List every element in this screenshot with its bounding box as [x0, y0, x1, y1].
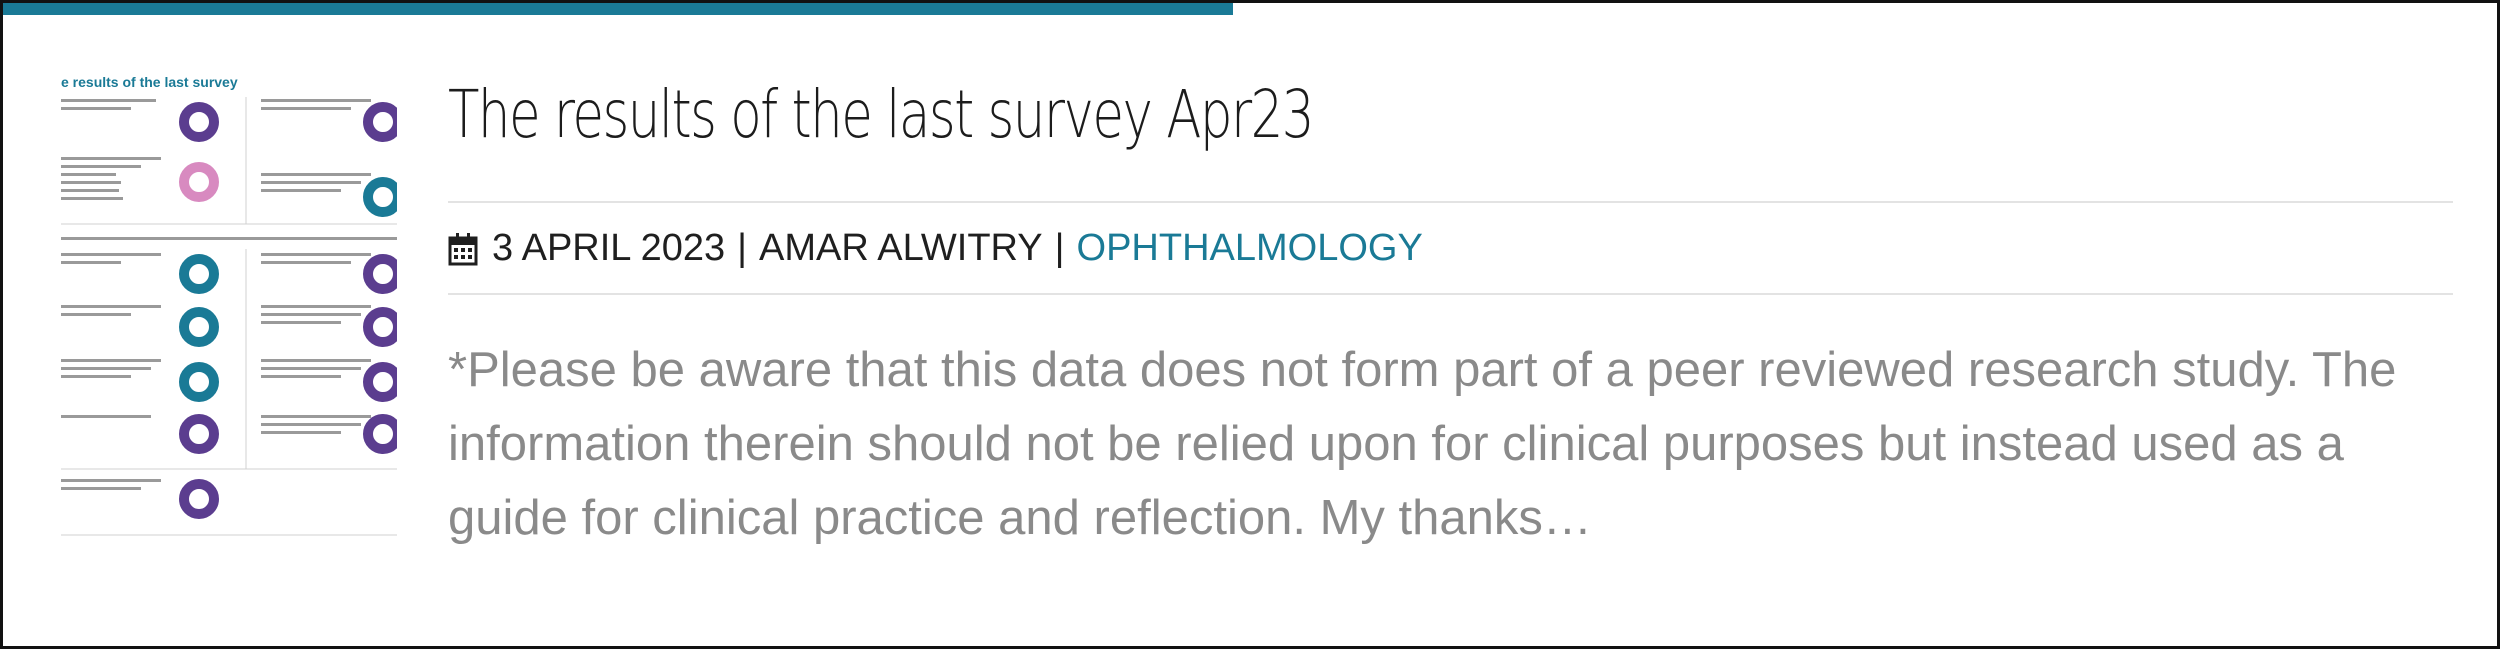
post-author: AMAR ALWITRY	[758, 227, 1043, 269]
meta-separator: |	[737, 227, 747, 269]
post-date: 3 APRIL 2023	[492, 227, 726, 269]
post-card: e results of the last survey The results…	[0, 0, 2500, 649]
title-divider	[448, 201, 2453, 203]
thumbnail-heading: e results of the last survey	[61, 74, 238, 90]
calendar-icon	[448, 232, 478, 265]
accent-bar	[3, 3, 1233, 15]
post-thumbnail[interactable]: e results of the last survey	[61, 69, 397, 539]
post-excerpt: *Please be aware that this data does not…	[448, 343, 2397, 545]
post-category-link[interactable]: OPHTHALMOLOGY	[1077, 227, 1423, 270]
meta-divider	[448, 293, 2453, 295]
post-title[interactable]: The results of the last survey Apr23	[448, 75, 1315, 154]
meta-separator: |	[1054, 227, 1065, 269]
post-meta: 3 APRIL 2023 | AMAR ALWITRY | OPHTHALMOL…	[448, 227, 1423, 270]
